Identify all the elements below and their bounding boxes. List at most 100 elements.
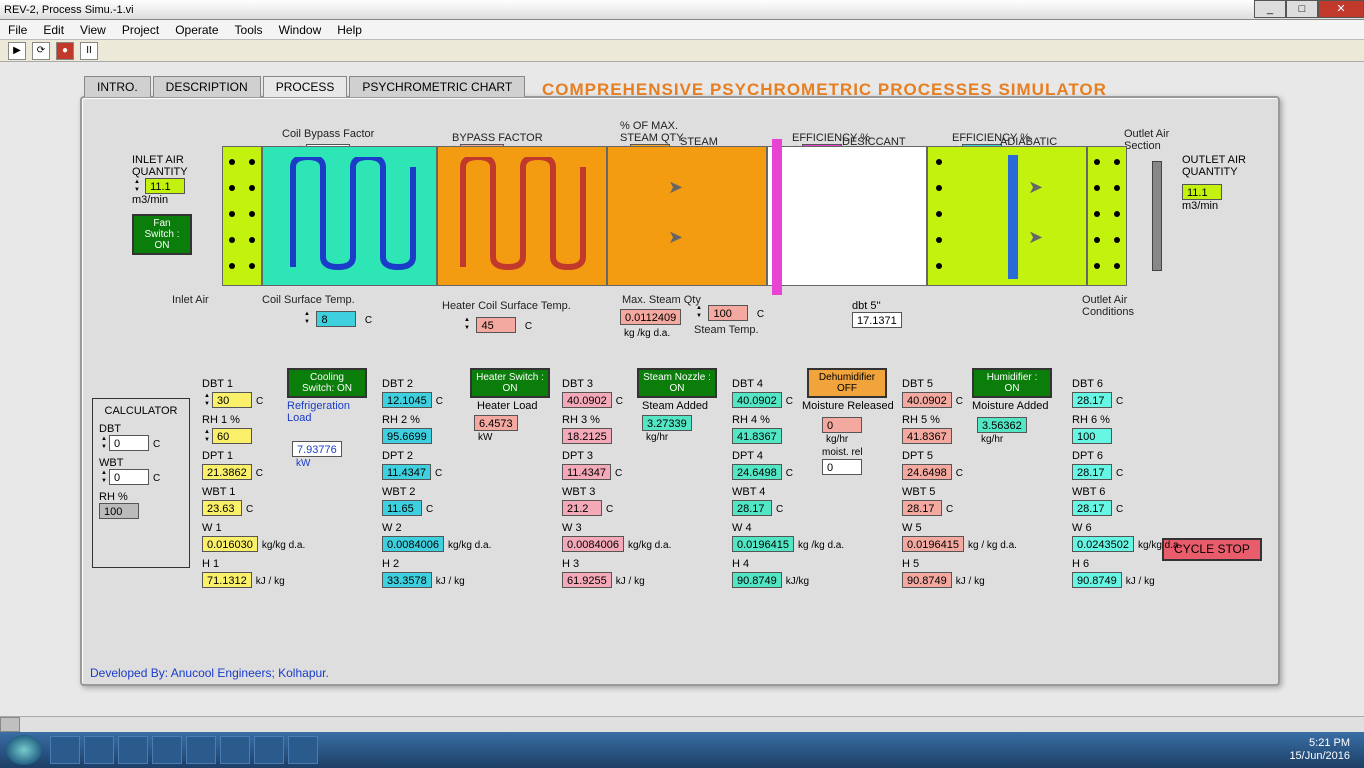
menu-help[interactable]: Help xyxy=(337,23,362,37)
inlet-block: INLET AIR QUANTITY 11.1 m3/min Fan Switc… xyxy=(132,154,212,255)
dbt5sec-value: 17.1371 xyxy=(852,312,902,328)
calc-wbt-value[interactable]: 0 xyxy=(109,469,149,485)
clock-date: 15/Jun/2016 xyxy=(1289,750,1350,763)
stage-cooling xyxy=(262,146,437,286)
c1-dpt: 21.3862 xyxy=(202,464,252,480)
taskbar-app-6[interactable] xyxy=(220,736,250,764)
stage-outlet xyxy=(1087,146,1127,286)
heating-surf-value[interactable]: 45 xyxy=(476,317,516,333)
c6-dpt: 28.17 xyxy=(1072,464,1112,480)
calc-wbt-spin[interactable] xyxy=(99,469,109,485)
c1-w-label: W 1 xyxy=(202,522,352,534)
taskbar-app-7[interactable] xyxy=(254,736,284,764)
outlet-label: OUTLET AIR QUANTITY xyxy=(1182,154,1262,178)
cooling-bypass-label: Coil Bypass Factor xyxy=(282,128,374,140)
fan-switch-button[interactable]: Fan Switch : ON xyxy=(132,214,192,255)
taskbar: 5:21 PM 15/Jun/2016 xyxy=(0,732,1364,768)
menu-project[interactable]: Project xyxy=(122,23,159,37)
taskbar-app-4[interactable] xyxy=(152,736,182,764)
steam-max-unit: kg /kg d.a. xyxy=(624,328,681,339)
c1-w: 0.016030 xyxy=(202,536,258,552)
pause-button[interactable]: II xyxy=(80,42,98,60)
c2-dpt: 11.4347 xyxy=(382,464,431,480)
menu-file[interactable]: File xyxy=(8,23,27,37)
c1-dbt[interactable]: 30 xyxy=(212,392,252,408)
state-col-3: DBT 340.0902C RH 3 %18.2125 DPT 311.4347… xyxy=(562,378,712,594)
stage-dehum xyxy=(767,146,927,286)
taskbar-app-2[interactable] xyxy=(84,736,114,764)
c5-dpt: 24.6498 xyxy=(902,464,952,480)
menu-tools[interactable]: Tools xyxy=(235,23,263,37)
taskbar-app-5[interactable] xyxy=(186,736,216,764)
c4-dpt: 24.6498 xyxy=(732,464,782,480)
c1-rh[interactable]: 60 xyxy=(212,428,252,444)
stage-hum: ➤ ➤ xyxy=(927,146,1087,286)
c1-wbt: 23.63 xyxy=(202,500,242,516)
c2-h: 33.3578 xyxy=(382,572,432,588)
c1-wbt-label: WBT 1 xyxy=(202,486,352,498)
window-titlebar: REV-2, Process Simu.-1.vi _ □ ✕ xyxy=(0,0,1364,20)
c1-rh-spin[interactable] xyxy=(202,428,212,444)
calc-dbt-spin[interactable] xyxy=(99,435,109,451)
c3-h: 61.9255 xyxy=(562,572,612,588)
menu-operate[interactable]: Operate xyxy=(175,23,218,37)
inlet-qty-value[interactable]: 11.1 xyxy=(145,178,185,194)
tab-psychrometric[interactable]: PSYCHROMETRIC CHART xyxy=(349,76,525,97)
menu-view[interactable]: View xyxy=(80,23,106,37)
cooling-surf-value[interactable]: 8 xyxy=(316,311,356,327)
taskbar-app-1[interactable] xyxy=(50,736,80,764)
page-title: COMPREHENSIVE PSYCHROMETRIC PROCESSES SI… xyxy=(542,80,1107,100)
outlet-slider[interactable] xyxy=(1152,161,1162,271)
heating-bypass-label: BYPASS FACTOR xyxy=(452,132,543,144)
c6-h: 90.8749 xyxy=(1072,572,1122,588)
tab-intro[interactable]: INTRO. xyxy=(84,76,151,97)
c1-rh-label: RH 1 % xyxy=(202,414,352,426)
main-panel: INTRO. DESCRIPTION PROCESS PSYCHROMETRIC… xyxy=(80,96,1280,686)
c6-dbt: 28.17 xyxy=(1072,392,1112,408)
state-col-1: DBT 130C RH 1 %60 DPT 121.3862C WBT 123.… xyxy=(202,378,352,594)
c1-h-label: H 1 xyxy=(202,558,352,570)
stage-heating xyxy=(437,146,607,286)
c5-rh: 41.8367 xyxy=(902,428,952,444)
c5-wbt: 28.17 xyxy=(902,500,942,516)
close-button[interactable]: ✕ xyxy=(1318,0,1364,18)
stage-inlet xyxy=(222,146,262,286)
minimize-button[interactable]: _ xyxy=(1254,0,1286,18)
tab-process[interactable]: PROCESS xyxy=(263,76,348,97)
menu-window[interactable]: Window xyxy=(279,23,322,37)
start-button[interactable] xyxy=(6,735,42,765)
calculator-title: CALCULATOR xyxy=(99,405,183,417)
c5-h: 90.8749 xyxy=(902,572,952,588)
heating-surf-spin[interactable] xyxy=(462,316,472,332)
run-continuous-button[interactable]: ⟳ xyxy=(32,42,50,60)
c5-dbt: 40.0902 xyxy=(902,392,952,408)
outlet-unit: m3/min xyxy=(1182,200,1262,212)
inlet-qty-spin[interactable] xyxy=(132,178,142,194)
inlet-unit: m3/min xyxy=(132,194,212,206)
inlet-label: INLET AIR QUANTITY xyxy=(132,154,212,178)
state-columns: DBT 130C RH 1 %60 DPT 121.3862C WBT 123.… xyxy=(202,378,1262,658)
cooling-surf-unit: C xyxy=(365,315,372,326)
heating-surf-unit: C xyxy=(525,321,532,332)
taskbar-app-3[interactable] xyxy=(118,736,148,764)
horizontal-scrollbar[interactable] xyxy=(0,716,1364,732)
state-col-4: DBT 440.0902C RH 4 %41.8367 DPT 424.6498… xyxy=(732,378,882,594)
abort-button[interactable]: ● xyxy=(56,42,74,60)
steam-temp-value[interactable]: 100 xyxy=(708,305,748,321)
calc-dbt-value[interactable]: 0 xyxy=(109,435,149,451)
run-button[interactable]: ▶ xyxy=(8,42,26,60)
cooling-surf-spin[interactable] xyxy=(302,310,312,326)
window-title: REV-2, Process Simu.-1.vi xyxy=(4,4,134,16)
steam-max-value: 0.0112409 xyxy=(620,309,681,325)
c4-h: 90.8749 xyxy=(732,572,782,588)
maximize-button[interactable]: □ xyxy=(1286,0,1318,18)
c3-rh: 18.2125 xyxy=(562,428,612,444)
steam-temp-spin[interactable] xyxy=(694,304,704,320)
c2-wbt: 11.65 xyxy=(382,500,422,516)
taskbar-app-8[interactable] xyxy=(288,736,318,764)
c3-w: 0.0084006 xyxy=(562,536,624,552)
c1-dbt-spin[interactable] xyxy=(202,392,212,408)
menu-edit[interactable]: Edit xyxy=(43,23,64,37)
system-clock[interactable]: 5:21 PM 15/Jun/2016 xyxy=(1289,737,1358,763)
tab-description[interactable]: DESCRIPTION xyxy=(153,76,261,97)
